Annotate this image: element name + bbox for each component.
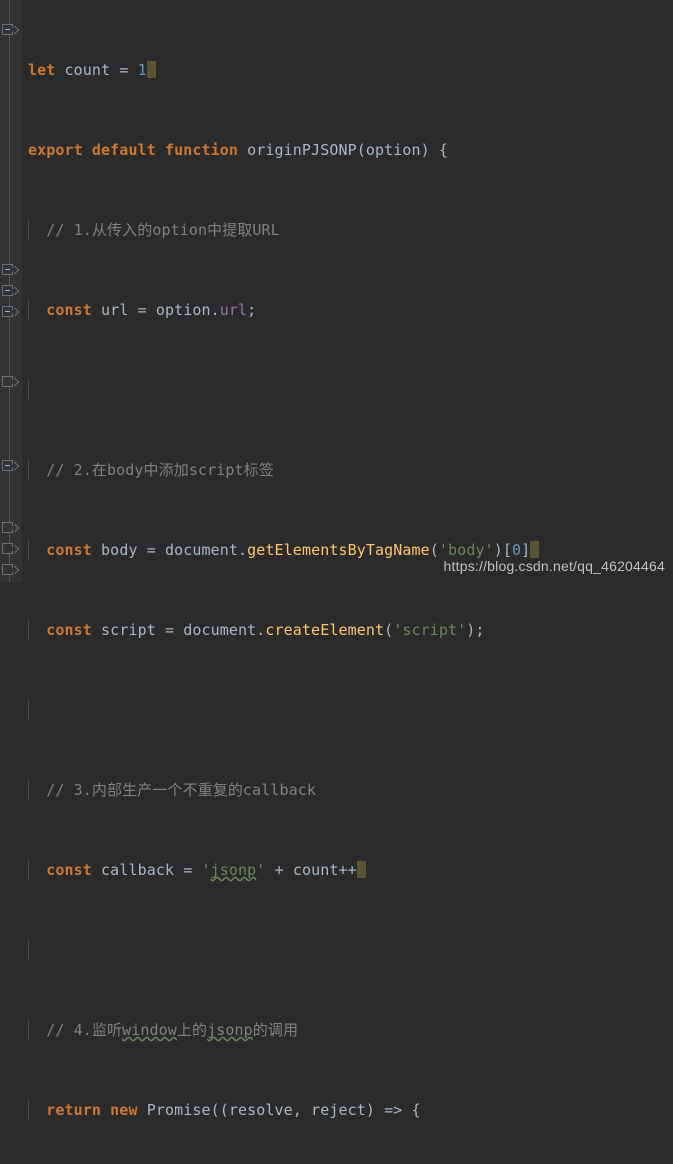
selection-block — [356, 861, 366, 878]
code-line[interactable]: const body = document.getElementsByTagNa… — [22, 540, 673, 560]
code-line[interactable]: // 3.内部生产一个不重复的callback — [22, 780, 673, 800]
code-line[interactable]: // 4.监听window上的jsonp的调用 — [22, 1020, 673, 1040]
fold-marker-catch[interactable] — [2, 460, 20, 473]
code-line[interactable]: // 1.从传入的option中提取URL — [22, 220, 673, 240]
fold-marker-callback-fn[interactable] — [2, 306, 20, 319]
fold-end-callback-fn[interactable] — [2, 376, 20, 389]
fold-end-function[interactable] — [2, 564, 20, 577]
code-line[interactable]: const script = document.createElement('s… — [22, 620, 673, 640]
code-editor[interactable]: let count = 1 export default function or… — [0, 0, 673, 1120]
code-line[interactable] — [22, 700, 673, 720]
code-line[interactable]: let count = 1 — [22, 60, 673, 80]
code-line[interactable] — [22, 940, 673, 960]
code-line[interactable]: const url = option.url; — [22, 300, 673, 320]
code-text-area[interactable]: let count = 1 export default function or… — [22, 0, 673, 1120]
code-line[interactable]: // 2.在body中添加script标签 — [22, 460, 673, 480]
fold-end-promise[interactable] — [2, 543, 20, 556]
code-line[interactable]: export default function originPJSONP(opt… — [22, 140, 673, 160]
code-line[interactable]: return new Promise((resolve, reject) => … — [22, 1100, 673, 1120]
fold-end-try[interactable] — [2, 522, 20, 535]
code-line[interactable]: const callback = 'jsonp' + count++ — [22, 860, 673, 880]
selection-block — [146, 61, 156, 78]
fold-marker-function[interactable] — [2, 24, 20, 37]
selection-block — [530, 541, 540, 558]
fold-marker-promise[interactable] — [2, 264, 20, 277]
fold-marker-try[interactable] — [2, 285, 20, 298]
code-line[interactable] — [22, 380, 673, 400]
watermark-url: https://blog.csdn.net/qq_46204464 — [443, 558, 665, 574]
editor-gutter[interactable] — [0, 0, 22, 582]
